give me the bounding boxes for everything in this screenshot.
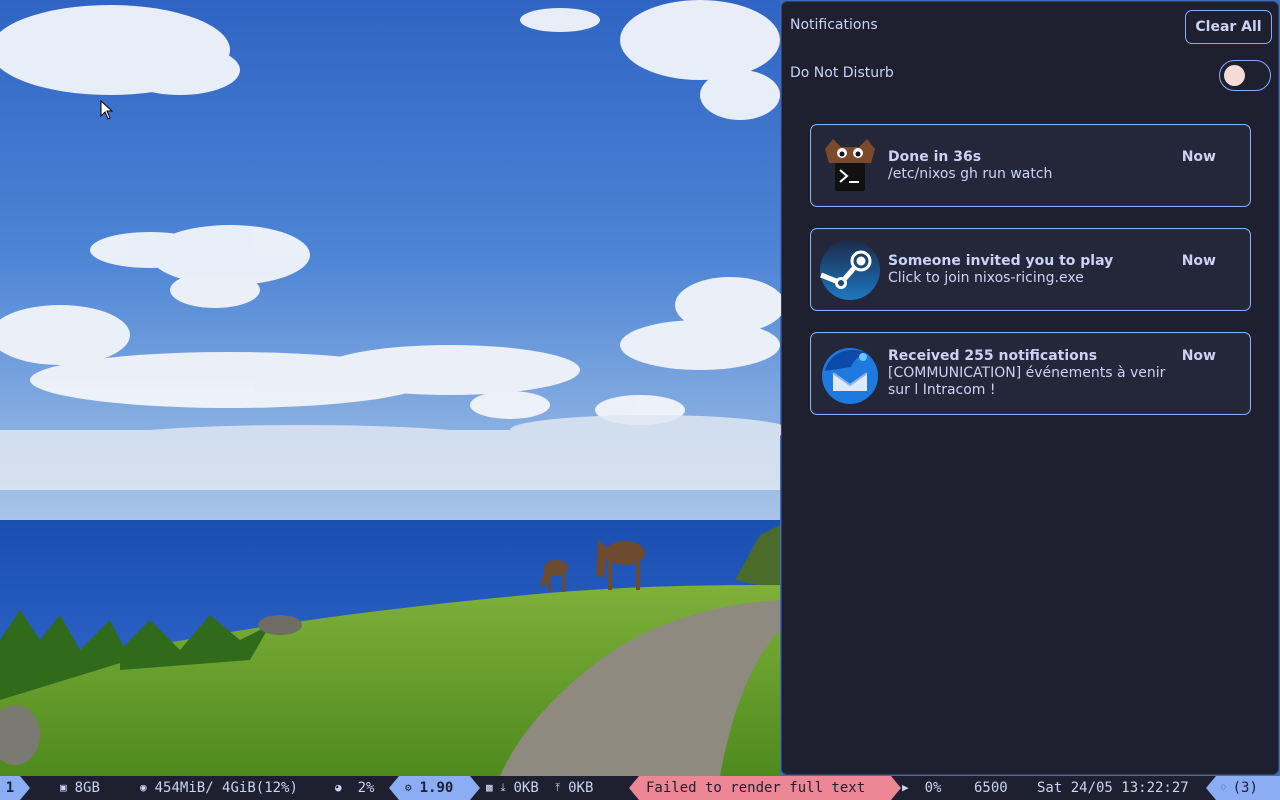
- mouse-cursor-icon: [100, 100, 114, 120]
- upload-arrow-icon: ⤒: [555, 781, 561, 794]
- notification-card[interactable]: Done in 36s /etc/nixos gh run watch Now: [810, 124, 1251, 207]
- toggle-knob: [1224, 65, 1245, 86]
- do-not-disturb-toggle[interactable]: [1219, 60, 1271, 91]
- download-arrow-icon: ⤓: [500, 781, 506, 794]
- clock[interactable]: Sat 24/05 13:22:27: [1037, 776, 1189, 800]
- load-widget[interactable]: ⚙ 1.90: [399, 776, 470, 800]
- volume-value: 0%: [924, 780, 942, 796]
- notification-title: Received 255 notifications: [888, 348, 1098, 364]
- powerline-separator: [629, 776, 639, 800]
- notification-body: /etc/nixos gh run watch: [888, 166, 1053, 182]
- bell-icon: ♢: [1220, 781, 1227, 794]
- notification-card[interactable]: Someone invited you to play Click to joi…: [810, 228, 1251, 311]
- notification-time: Now: [1181, 149, 1216, 165]
- cpu-widget[interactable]: ◕ 2%: [335, 776, 374, 800]
- notification-time: Now: [1181, 348, 1216, 364]
- load-value: 1.90: [419, 780, 454, 796]
- notification-time: Now: [1181, 253, 1216, 269]
- volume-widget[interactable]: ▶ 0%: [902, 776, 941, 800]
- disk-widget[interactable]: ▣ 8GB: [60, 776, 100, 800]
- notification-body: [COMMUNICATION] événements à venir sur l…: [888, 365, 1166, 398]
- thunderbird-icon: [822, 348, 878, 404]
- speaker-icon: ▶: [902, 781, 909, 794]
- workspace-button[interactable]: 1: [0, 776, 20, 800]
- network-widget[interactable]: ▩ ⤓ 0KB ⤒ 0KB: [486, 776, 593, 800]
- steam-icon: [820, 240, 880, 300]
- status-bar: 1 ▣ 8GB ◉ 454MiB/ 4GiB(12%) ◕ 2% ⚙ 1.90 ▩ ⤓ 0K…: [0, 776, 1280, 800]
- disk-icon: ▣: [60, 781, 67, 794]
- cpu-gauge-icon: ◕: [335, 781, 342, 794]
- memory-value: 454MiB/ 4GiB(12%): [154, 780, 298, 796]
- network-icon: ▩: [486, 781, 493, 794]
- net-up-value: 0KB: [568, 780, 594, 796]
- cpu-value: 2%: [357, 780, 375, 796]
- powerline-separator: [20, 776, 30, 800]
- notification-card[interactable]: Received 255 notifications [COMMUNICATIO…: [810, 332, 1251, 415]
- disk-value: 8GB: [74, 780, 100, 796]
- powerline-separator: [470, 776, 480, 800]
- notification-title: Someone invited you to play: [888, 253, 1114, 269]
- notification-title: Done in 36s: [888, 149, 982, 165]
- notification-body: Click to join nixos-ricing.exe: [888, 270, 1084, 286]
- memory-widget[interactable]: ◉ 454MiB/ 4GiB(12%): [140, 776, 298, 800]
- color-temp-widget[interactable]: 6500: [974, 776, 1008, 800]
- powerline-separator: [891, 776, 901, 800]
- window-title: Failed to render full text: [639, 776, 891, 800]
- panel-title: Notifications: [790, 17, 878, 33]
- net-down-value: 0KB: [513, 780, 539, 796]
- powerline-separator: [389, 776, 399, 800]
- clear-all-button[interactable]: Clear All: [1185, 10, 1272, 44]
- notification-count-widget[interactable]: ♢ (3): [1216, 776, 1280, 800]
- terminal-cat-icon: [825, 139, 875, 191]
- notification-center-panel: Notifications Clear All Do Not Disturb D…: [781, 1, 1279, 775]
- notification-count: (3): [1232, 780, 1258, 796]
- memory-icon: ◉: [140, 781, 147, 794]
- powerline-separator: [1206, 776, 1216, 800]
- do-not-disturb-label: Do Not Disturb: [790, 65, 894, 81]
- gear-icon: ⚙: [405, 781, 412, 794]
